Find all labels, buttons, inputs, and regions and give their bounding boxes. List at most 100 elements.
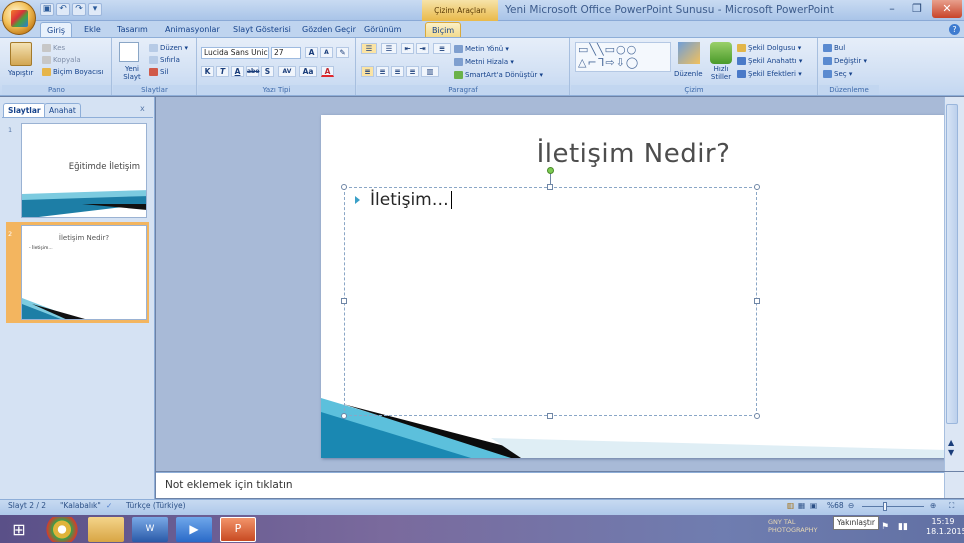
clock[interactable]: 15:19 18.1.2015	[926, 517, 964, 537]
reset-button[interactable]: Sıfırla	[149, 55, 180, 65]
tab-gozden-gecir[interactable]: Gözden Geçir	[296, 22, 362, 38]
bold-button[interactable]: K	[201, 66, 214, 77]
tab-animasyonlar[interactable]: Animasyonlar	[159, 22, 226, 38]
word-icon[interactable]: W	[132, 517, 168, 542]
align-left-icon[interactable]: ≡	[361, 66, 374, 77]
zoom-slider[interactable]	[862, 506, 924, 507]
arrange-button[interactable]: Düzenle	[674, 69, 703, 79]
strikethrough-button[interactable]: abe	[246, 66, 259, 77]
grow-font-icon[interactable]: A	[305, 47, 318, 58]
resize-handle-l[interactable]	[341, 298, 347, 304]
tab-ekle[interactable]: Ekle	[78, 22, 107, 38]
text-direction-button[interactable]: Metin Yönü ▾	[454, 44, 509, 54]
tab-gorunum[interactable]: Görünüm	[358, 22, 407, 38]
new-slide-button[interactable]: Yeni Slayt	[117, 65, 147, 81]
slide-thumbnail-1[interactable]: Eğitimde İletişim	[21, 123, 147, 218]
restore-button[interactable]: ❐	[905, 0, 929, 18]
notes-scrollbar[interactable]	[944, 472, 964, 498]
resize-handle-br[interactable]	[754, 413, 760, 419]
fit-to-window-icon[interactable]: ⛶	[949, 501, 954, 511]
slide-thumbnail-2[interactable]: İletişim Nedir? - İletişim...	[21, 225, 147, 320]
numbering-icon[interactable]: ☰	[381, 43, 397, 54]
tab-tasarim[interactable]: Tasarım	[111, 22, 154, 38]
language-indicator[interactable]: Türkçe (Türkiye)	[126, 501, 186, 510]
resize-handle-t[interactable]	[547, 184, 553, 190]
bullet-text[interactable]: İletişim…	[370, 190, 452, 210]
notes-placeholder[interactable]: Not eklemek için tıklatın	[165, 479, 293, 491]
resize-handle-b[interactable]	[547, 413, 553, 419]
redo-icon[interactable]: ↷	[72, 3, 86, 16]
slideshow-view-icon[interactable]: ▣	[810, 501, 817, 510]
tab-giris[interactable]: Giriş	[40, 22, 73, 38]
copy-button[interactable]: Kopyala	[42, 55, 81, 65]
align-right-icon[interactable]: ≡	[391, 66, 404, 77]
minimize-button[interactable]: –	[880, 0, 904, 18]
layout-button[interactable]: Düzen ▾	[149, 43, 188, 53]
help-icon[interactable]: ?	[949, 24, 960, 35]
font-color-button[interactable]: A	[321, 66, 334, 77]
zoom-level[interactable]: %68	[827, 501, 844, 510]
resize-handle-tr[interactable]	[754, 184, 760, 190]
file-explorer-icon[interactable]	[88, 517, 124, 542]
content-placeholder[interactable]	[344, 187, 757, 416]
zoom-in-icon[interactable]: ⊕	[930, 501, 936, 510]
start-icon[interactable]: ⊞	[4, 519, 34, 541]
resize-handle-r[interactable]	[754, 298, 760, 304]
shrink-font-icon[interactable]: A	[320, 47, 333, 58]
chrome-icon[interactable]	[44, 517, 80, 542]
replace-button[interactable]: Değiştir ▾	[823, 56, 867, 66]
scrollbar-thumb[interactable]	[946, 104, 958, 424]
media-player-icon[interactable]: ▶	[176, 517, 212, 542]
tab-anahat[interactable]: Anahat	[44, 103, 81, 117]
align-center-icon[interactable]: ≡	[376, 66, 389, 77]
theme-name[interactable]: "Kalabalık"	[60, 501, 101, 510]
increase-indent-icon[interactable]: ⇥	[416, 43, 429, 54]
network-icon[interactable]: ▮▮	[898, 522, 908, 532]
format-painter-button[interactable]: Biçim Boyacısı	[42, 67, 104, 77]
columns-icon[interactable]: ▥	[421, 66, 439, 77]
shape-effects-button[interactable]: Şekil Efektleri ▾	[737, 69, 802, 79]
smartart-button[interactable]: SmartArt'a Dönüştür ▾	[454, 70, 543, 80]
shape-outline-button[interactable]: Şekil Anahattı ▾	[737, 56, 802, 66]
align-text-button[interactable]: Metni Hizala ▾	[454, 57, 514, 67]
tab-slaytlar[interactable]: Slaytlar	[3, 103, 46, 117]
sorter-view-icon[interactable]: ▦	[798, 501, 805, 510]
font-name-combo[interactable]: Lucida Sans Unic	[201, 47, 269, 59]
shadow-button[interactable]: S	[261, 66, 274, 77]
close-button[interactable]: ✕	[932, 0, 962, 18]
decrease-indent-icon[interactable]: ⇤	[401, 43, 414, 54]
spellcheck-icon[interactable]: ✓	[106, 501, 112, 510]
italic-button[interactable]: T	[216, 66, 229, 77]
clear-format-icon[interactable]: ✎	[336, 47, 349, 58]
change-case-button[interactable]: Aa	[299, 66, 317, 77]
find-button[interactable]: Bul	[823, 43, 845, 53]
zoom-slider-thumb[interactable]	[883, 502, 887, 511]
cut-button[interactable]: Kes	[42, 43, 65, 53]
flag-icon[interactable]: ⚑	[881, 522, 889, 532]
shape-fill-button[interactable]: Şekil Dolgusu ▾	[737, 43, 801, 53]
font-size-combo[interactable]: 27	[271, 47, 301, 59]
shapes-gallery[interactable]: ▭╲╲▭○○ △⌐ᒣ⇨⇩◯	[575, 42, 671, 72]
underline-button[interactable]: A	[231, 66, 244, 77]
paste-button[interactable]: Yapıştır	[8, 68, 33, 78]
tab-bicim[interactable]: Biçim	[425, 22, 462, 38]
select-button[interactable]: Seç ▾	[823, 69, 852, 79]
bullets-icon[interactable]: ☰	[361, 43, 377, 54]
powerpoint-icon[interactable]: P	[220, 517, 256, 542]
customize-qat-icon[interactable]: ▾	[88, 3, 102, 16]
rotate-handle[interactable]	[547, 167, 554, 174]
save-icon[interactable]: ▣	[40, 3, 54, 16]
normal-view-icon[interactable]: ▥	[787, 501, 794, 510]
zoom-out-icon[interactable]: ⊖	[848, 501, 854, 510]
delete-slide-button[interactable]: Sil	[149, 67, 168, 77]
prev-slide-icon[interactable]: ▲	[948, 438, 954, 447]
office-button[interactable]	[2, 1, 36, 35]
line-spacing-icon[interactable]: ≡	[433, 43, 451, 54]
next-slide-icon[interactable]: ▼	[948, 448, 954, 457]
quick-styles-button[interactable]: Hızlı Stiller	[704, 65, 738, 81]
justify-icon[interactable]: ≡	[406, 66, 419, 77]
slide-title[interactable]: İletişim Nedir?	[321, 139, 946, 169]
undo-icon[interactable]: ↶	[56, 3, 70, 16]
resize-handle-tl[interactable]	[341, 184, 347, 190]
tab-slayt-gosterisi[interactable]: Slayt Gösterisi	[227, 22, 297, 38]
